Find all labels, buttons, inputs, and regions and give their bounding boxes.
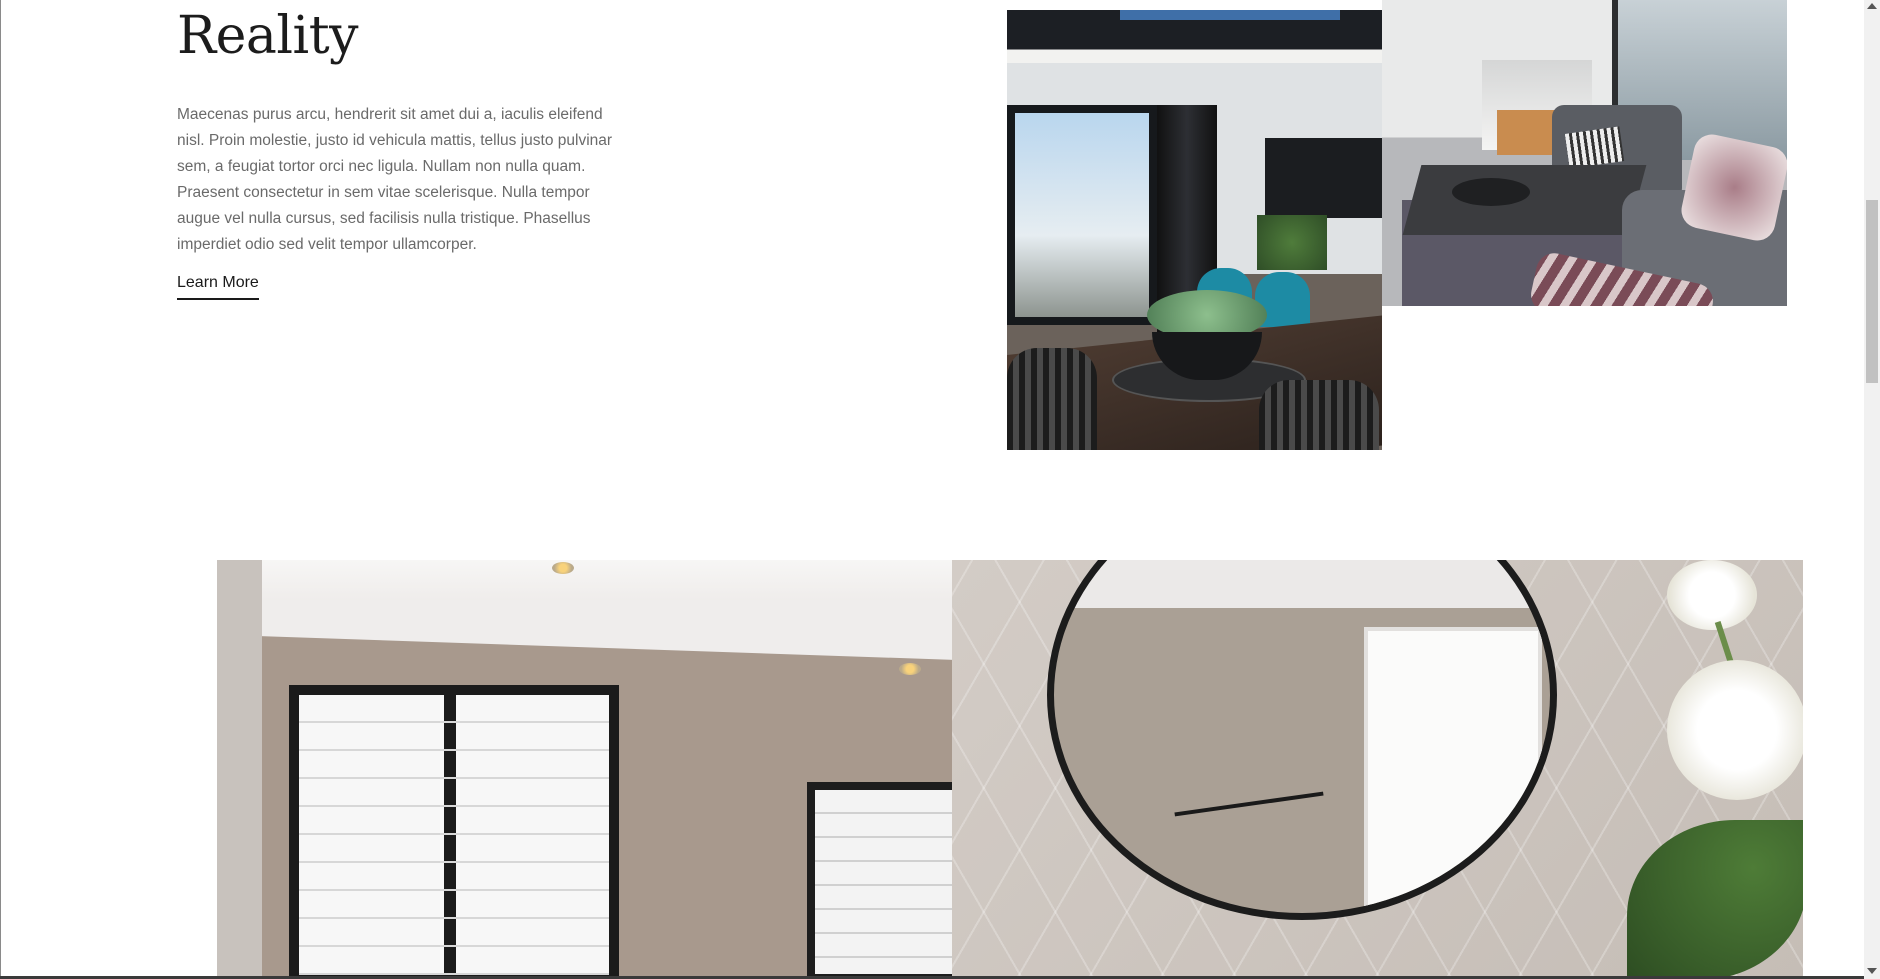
section-heading: Reality bbox=[177, 6, 358, 66]
scroll-down-arrow-icon[interactable] bbox=[1867, 968, 1877, 974]
section-paragraph: Maecenas purus arcu, hendrerit sit amet … bbox=[177, 106, 613, 253]
scrollbar-thumb[interactable] bbox=[1866, 200, 1878, 383]
scroll-up-arrow-icon[interactable] bbox=[1867, 3, 1877, 9]
dining-room-image bbox=[1007, 10, 1382, 450]
bathroom-image bbox=[217, 560, 1803, 979]
learn-more-link[interactable]: Learn More bbox=[177, 274, 259, 300]
vertical-scrollbar[interactable] bbox=[1864, 0, 1880, 979]
living-room-image bbox=[1382, 0, 1787, 306]
